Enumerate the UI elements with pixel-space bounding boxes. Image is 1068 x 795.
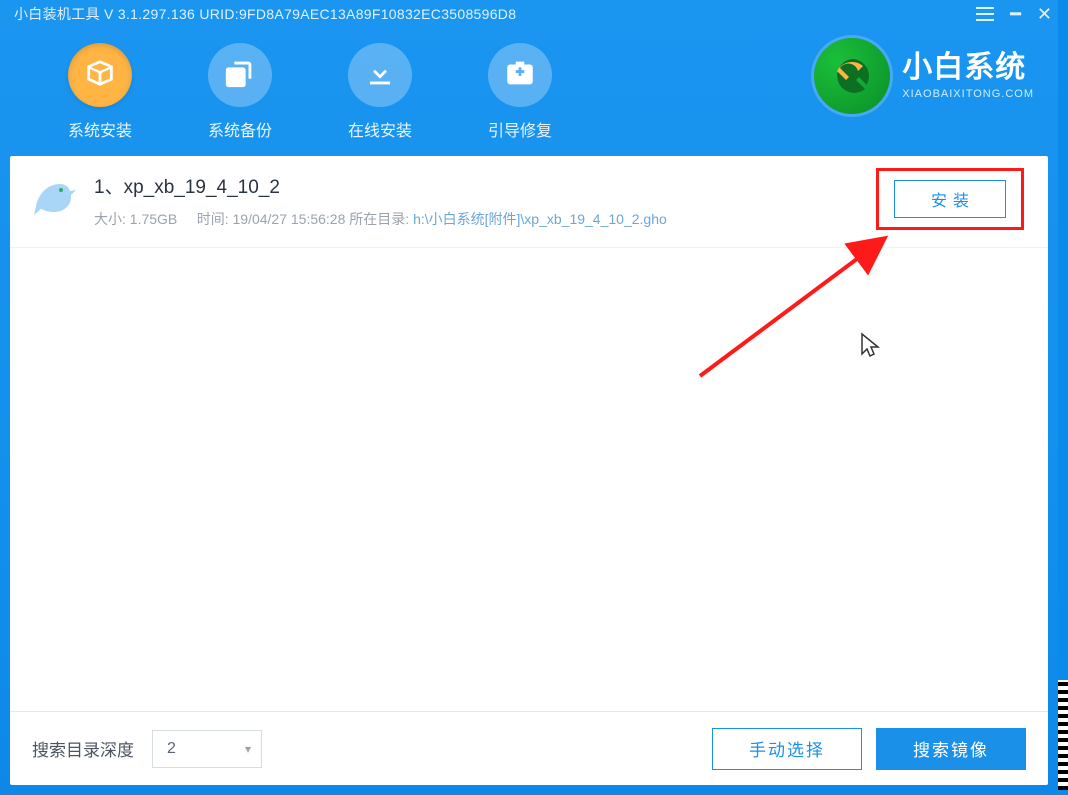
download-icon <box>363 56 397 95</box>
image-list-item[interactable]: 1、xp_xb_19_4_10_2 大小: 1.75GB 时间: 19/04/2… <box>10 156 1048 248</box>
manual-select-button[interactable]: 手动选择 <box>712 728 862 770</box>
item-title: 1、xp_xb_19_4_10_2 <box>94 172 1028 199</box>
content-panel: 1、xp_xb_19_4_10_2 大小: 1.75GB 时间: 19/04/2… <box>10 156 1048 785</box>
annotation-arrow <box>690 226 910 386</box>
brand-name-en: XIAOBAIXITONG.COM <box>902 88 1034 100</box>
version: 3.1.297.136 <box>118 6 195 22</box>
tab-label: 系统备份 <box>170 117 310 141</box>
tab-boot-repair[interactable]: 引导修复 <box>450 43 590 141</box>
brand-name-cn: 小白系统 <box>902 51 1034 84</box>
depth-label: 搜索目录深度 <box>32 736 134 761</box>
chevron-down-icon: ▾ <box>245 742 251 756</box>
copy-icon <box>223 56 257 95</box>
firstaid-icon <box>503 56 537 95</box>
box-icon <box>83 56 117 95</box>
tab-online-install[interactable]: 在线安装 <box>310 43 450 141</box>
minimize-icon[interactable]: ━ <box>1010 5 1021 23</box>
close-icon[interactable]: ✕ <box>1037 5 1052 23</box>
toolbar: 系统安装 系统备份 在线安装 引导修复 小白系统 X <box>0 28 1058 156</box>
brand: 小白系统 XIAOBAIXITONG.COM <box>814 38 1034 114</box>
size-label: 大小: <box>94 211 126 227</box>
brand-logo-icon <box>814 38 890 114</box>
dir-path: h:\小白系统[附件]\xp_xb_19_4_10_2.gho <box>413 211 667 227</box>
menu-icon[interactable] <box>976 7 994 21</box>
cursor-icon <box>860 332 882 360</box>
time-value: 19/04/27 15:56:28 <box>233 211 346 227</box>
urid-value: 9FD8A79AEC13A89F10832EC3508596D8 <box>239 6 516 22</box>
app-window: 小白装机工具 V 3.1.297.136 URID:9FD8A79AEC13A8… <box>0 0 1058 795</box>
tab-label: 引导修复 <box>450 117 590 141</box>
tab-system-install[interactable]: 系统安装 <box>30 43 170 141</box>
depth-select[interactable]: 2 ▾ <box>152 730 262 768</box>
depth-value: 2 <box>167 740 176 758</box>
tab-system-backup[interactable]: 系统备份 <box>170 43 310 141</box>
tab-label: 在线安装 <box>310 117 450 141</box>
bottom-bar: 搜索目录深度 2 ▾ 手动选择 搜索镜像 <box>10 711 1048 785</box>
install-button[interactable]: 安装 <box>894 180 1006 218</box>
app-name: 小白装机工具 <box>14 6 100 22</box>
urid-label: URID: <box>199 6 239 22</box>
size-value: 1.75GB <box>130 211 177 227</box>
qr-edge-decoration <box>1058 680 1068 790</box>
window-controls: ━ ✕ <box>976 5 1052 23</box>
dir-label: 所在目录: <box>349 211 409 227</box>
item-meta: 大小: 1.75GB 时间: 19/04/27 15:56:28 所在目录: h… <box>94 209 1028 229</box>
title-text: 小白装机工具 V 3.1.297.136 URID:9FD8A79AEC13A8… <box>14 4 516 24</box>
search-image-button[interactable]: 搜索镜像 <box>876 728 1026 770</box>
titlebar: 小白装机工具 V 3.1.297.136 URID:9FD8A79AEC13A8… <box>0 0 1058 28</box>
version-prefix: V <box>104 6 114 22</box>
item-body: 1、xp_xb_19_4_10_2 大小: 1.75GB 时间: 19/04/2… <box>94 172 1028 229</box>
bird-icon <box>28 172 78 222</box>
tab-label: 系统安装 <box>30 117 170 141</box>
time-label: 时间: <box>197 211 229 227</box>
